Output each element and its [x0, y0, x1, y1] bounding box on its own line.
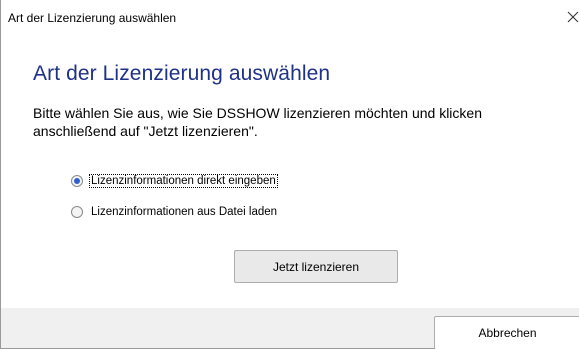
instruction-text: Bitte wählen Sie aus, wie Sie DSSHOW liz…: [33, 105, 482, 139]
footer-bar: Abbrechen: [1, 308, 579, 349]
title-bar: Art der Lizenzierung auswählen: [1, 0, 579, 34]
close-icon: [567, 11, 579, 23]
cancel-button[interactable]: Abbrechen: [434, 316, 579, 349]
radio-load-from-file[interactable]: [71, 206, 83, 218]
option-load-from-file-label[interactable]: Lizenzinformationen aus Datei laden: [90, 206, 278, 218]
radio-direct-entry[interactable]: [71, 175, 83, 187]
close-button[interactable]: [563, 6, 579, 28]
page-title: Art der Lizenzierung auswählen: [33, 62, 331, 85]
option-direct-entry[interactable]: Lizenzinformationen direkt eingeben: [71, 173, 278, 189]
license-now-button[interactable]: Jetzt lizenzieren: [234, 250, 398, 283]
license-dialog: Art der Lizenzierung auswählen Art der L…: [0, 0, 579, 349]
window-title: Art der Lizenzierung auswählen: [8, 11, 177, 25]
option-load-from-file[interactable]: Lizenzinformationen aus Datei laden: [71, 204, 278, 220]
option-direct-entry-label[interactable]: Lizenzinformationen direkt eingeben: [89, 174, 278, 188]
